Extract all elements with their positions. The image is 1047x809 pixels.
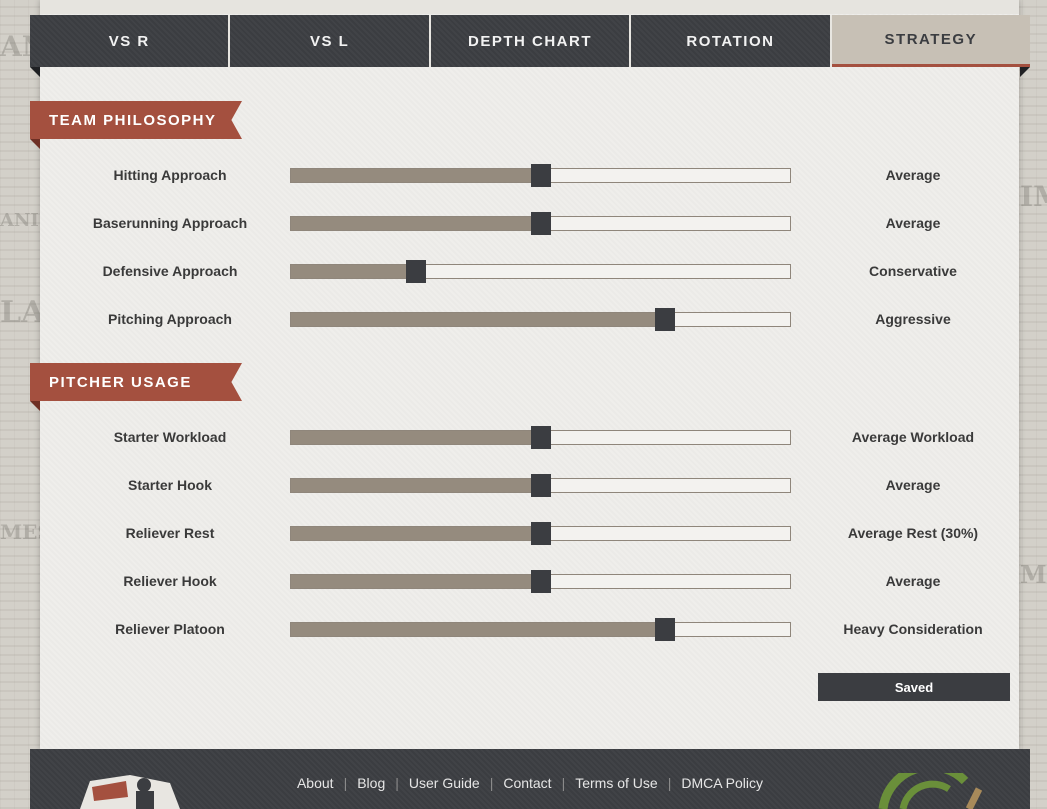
slider-fill: [291, 623, 666, 636]
slider-fill: [291, 265, 416, 278]
slider-thumb[interactable]: [655, 308, 676, 331]
tab-rotation[interactable]: ROTATION: [631, 15, 832, 67]
hitting-approach-label: Hitting Approach: [113, 167, 227, 183]
footer: About | Blog | User Guide | Contact | Te…: [30, 749, 1030, 809]
background-text-fragment: ME: [1020, 560, 1047, 589]
pitching-approach-value: Aggressive: [875, 311, 951, 327]
starter-hook-value: Average: [885, 477, 941, 493]
defensive-approach-value: Conservative: [869, 263, 957, 279]
slider-fill: [291, 313, 666, 326]
baserunning-approach-value: Average: [885, 215, 941, 231]
banner-fold: [30, 139, 40, 149]
reliever-rest-label: Reliever Rest: [125, 525, 215, 541]
slider-fill: [291, 527, 541, 540]
baserunning-approach-label: Baserunning Approach: [92, 215, 248, 231]
partner-logo-icon: [878, 773, 983, 809]
saved-button[interactable]: Saved: [818, 673, 1010, 701]
tab-fold-left: [30, 67, 40, 77]
slider-thumb[interactable]: [530, 426, 551, 449]
tab-vs-r[interactable]: VS R: [30, 15, 231, 67]
background-text-fragment: LA: [0, 295, 45, 330]
slider-thumb[interactable]: [530, 164, 551, 187]
banner-fold: [30, 401, 40, 411]
slider-thumb[interactable]: [655, 618, 676, 641]
footer-separator: |: [489, 775, 494, 791]
footer-link-blog[interactable]: Blog: [357, 775, 385, 791]
section-title: TEAM PHILOSOPHY: [49, 111, 217, 129]
defensive-approach-label: Defensive Approach: [102, 263, 238, 279]
pitching-approach-slider[interactable]: [290, 308, 791, 331]
slider-thumb[interactable]: [530, 570, 551, 593]
slider-fill: [291, 479, 541, 492]
hitting-approach-value: Average: [885, 167, 941, 183]
footer-separator: |: [561, 775, 566, 791]
tab-vs-l[interactable]: VS L: [230, 15, 431, 67]
reliever-hook-value: Average: [885, 573, 941, 589]
slider-thumb[interactable]: [530, 474, 551, 497]
background-text-fragment: ANI: [0, 210, 39, 231]
panel-top-strip: [40, 0, 1019, 14]
footer-separator: |: [395, 775, 399, 791]
reliever-hook-slider[interactable]: [290, 570, 791, 593]
tab-strategy[interactable]: STRATEGY: [831, 15, 1031, 67]
footer-link-contact[interactable]: Contact: [503, 775, 551, 791]
tab-depth-chart[interactable]: DEPTH CHART: [430, 15, 632, 67]
section-banner-pitcher-usage: PITCHER USAGE: [30, 363, 242, 401]
footer-link-user-guide[interactable]: User Guide: [409, 775, 480, 791]
starter-hook-label: Starter Hook: [127, 477, 213, 493]
slider-thumb[interactable]: [530, 522, 551, 545]
slider-fill: [291, 575, 541, 588]
slider-fill: [291, 169, 541, 182]
defensive-approach-slider[interactable]: [290, 260, 791, 283]
tab-fold-right: [1020, 67, 1030, 77]
starter-workload-slider[interactable]: [290, 426, 791, 449]
footer-separator: |: [343, 775, 348, 791]
footer-link-terms-of-use[interactable]: Terms of Use: [575, 775, 657, 791]
reliever-rest-value: Average Rest (30%): [847, 525, 979, 541]
footer-separator: |: [667, 775, 672, 791]
pitching-approach-label: Pitching Approach: [108, 311, 232, 327]
reliever-platoon-value: Heavy Consideration: [843, 621, 983, 637]
section-title: PITCHER USAGE: [49, 373, 192, 391]
starter-workload-value: Average Workload: [851, 429, 975, 445]
baserunning-approach-slider[interactable]: [290, 212, 791, 235]
tab-bar: VS R VS L DEPTH CHART ROTATION STRATEGY: [30, 15, 1031, 67]
starter-workload-label: Starter Workload: [113, 429, 227, 445]
hitting-approach-slider[interactable]: [290, 164, 791, 187]
reliever-rest-slider[interactable]: [290, 522, 791, 545]
footer-link-dmca-policy[interactable]: DMCA Policy: [681, 775, 763, 791]
slider-fill: [291, 431, 541, 444]
slider-fill: [291, 217, 541, 230]
starter-hook-slider[interactable]: [290, 474, 791, 497]
reliever-platoon-slider[interactable]: [290, 618, 791, 641]
footer-link-about[interactable]: About: [297, 775, 334, 791]
reliever-platoon-label: Reliever Platoon: [115, 621, 225, 637]
slider-thumb[interactable]: [405, 260, 426, 283]
slider-thumb[interactable]: [530, 212, 551, 235]
background-text-fragment: IM: [1020, 180, 1047, 213]
section-banner-team-philosophy: TEAM PHILOSOPHY: [30, 101, 242, 139]
reliever-hook-label: Reliever Hook: [123, 573, 217, 589]
